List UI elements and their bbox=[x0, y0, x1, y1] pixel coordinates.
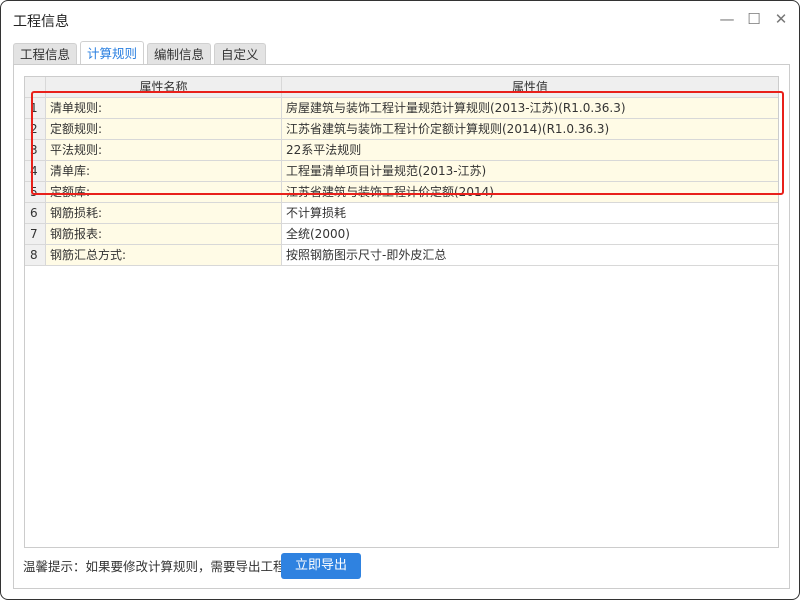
table-row[interactable]: 3 平法规则: 22系平法规则 bbox=[25, 140, 778, 161]
tab-2[interactable]: 计算规则 bbox=[80, 41, 145, 65]
property-value[interactable]: 全统(2000) bbox=[282, 224, 778, 244]
table-row[interactable]: 2 定额规则: 江苏省建筑与装饰工程计价定额计算规则(2014)(R1.0.36.3… bbox=[25, 119, 778, 140]
property-table: 属性名称 属性值 1 清单规则: 房屋建筑与装饰工程计量规范计算规则(2013-江苏… bbox=[24, 76, 779, 548]
tab-3[interactable]: 编制信息 bbox=[147, 43, 212, 65]
property-name: 平法规则: bbox=[46, 140, 282, 160]
row-number: 7 bbox=[25, 224, 46, 244]
tab-bar: 工程信息 计算规则 编制信息 自定义 bbox=[13, 41, 266, 65]
property-value[interactable]: 江苏省建筑与装饰工程计价定额计算规则(2014)(R1.0.36.3) bbox=[282, 119, 778, 139]
window-title: 工程信息 bbox=[13, 14, 69, 30]
export-button[interactable]: 立即导出 bbox=[281, 553, 361, 579]
close-icon[interactable]: ✕ bbox=[771, 9, 791, 29]
property-name: 清单规则: bbox=[46, 98, 282, 118]
row-number: 3 bbox=[25, 140, 46, 160]
table-row[interactable]: 1 清单规则: 房屋建筑与装饰工程计量规范计算规则(2013-江苏)(R1.0.36… bbox=[25, 98, 778, 119]
property-value[interactable]: 不计算损耗 bbox=[282, 203, 778, 223]
minimize-icon[interactable]: — bbox=[717, 9, 737, 29]
property-name: 清单库: bbox=[46, 161, 282, 181]
property-value[interactable]: 江苏省建筑与装饰工程计价定额(2014) bbox=[282, 182, 778, 202]
table-row[interactable]: 5 定额库: 江苏省建筑与装饰工程计价定额(2014) bbox=[25, 182, 778, 203]
table-row[interactable]: 8 钢筋汇总方式: 按照钢筋图示尺寸-即外皮汇总 bbox=[25, 245, 778, 266]
maximize-icon[interactable]: ☐ bbox=[744, 9, 764, 29]
property-value[interactable]: 工程量清单项目计量规范(2013-江苏) bbox=[282, 161, 778, 181]
table-row[interactable]: 6 钢筋损耗: 不计算损耗 bbox=[25, 203, 778, 224]
dialog-window: 工程信息 — ☐ ✕ 工程信息 计算规则 编制信息 自定义 属性名称 属性值 1 清单规… bbox=[0, 0, 800, 600]
table-row[interactable]: 4 清单库: 工程量清单项目计量规范(2013-江苏) bbox=[25, 161, 778, 182]
tab-panel: 属性名称 属性值 1 清单规则: 房屋建筑与装饰工程计量规范计算规则(2013-江苏… bbox=[13, 64, 790, 589]
row-number: 2 bbox=[25, 119, 46, 139]
tab-1[interactable]: 工程信息 bbox=[13, 43, 78, 65]
hint-text: 温馨提示：如果要修改计算规则，需要导出工程 bbox=[23, 559, 286, 574]
property-value[interactable]: 按照钢筋图示尺寸-即外皮汇总 bbox=[282, 245, 778, 265]
row-number: 8 bbox=[25, 245, 46, 265]
property-name: 钢筋汇总方式: bbox=[46, 245, 282, 265]
row-number: 5 bbox=[25, 182, 46, 202]
property-name: 定额库: bbox=[46, 182, 282, 202]
row-number: 6 bbox=[25, 203, 46, 223]
property-value[interactable]: 房屋建筑与装饰工程计量规范计算规则(2013-江苏)(R1.0.36.3) bbox=[282, 98, 778, 118]
property-name: 定额规则: bbox=[46, 119, 282, 139]
table-header: 属性名称 属性值 bbox=[25, 77, 778, 98]
property-value[interactable]: 22系平法规则 bbox=[282, 140, 778, 160]
property-name: 钢筋损耗: bbox=[46, 203, 282, 223]
row-number: 1 bbox=[25, 98, 46, 118]
table-row[interactable]: 7 钢筋报表: 全统(2000) bbox=[25, 224, 778, 245]
header-num bbox=[25, 77, 46, 97]
property-name: 钢筋报表: bbox=[46, 224, 282, 244]
header-value: 属性值 bbox=[511, 80, 548, 94]
header-name: 属性名称 bbox=[46, 77, 282, 97]
row-number: 4 bbox=[25, 161, 46, 181]
tab-4[interactable]: 自定义 bbox=[214, 43, 266, 65]
